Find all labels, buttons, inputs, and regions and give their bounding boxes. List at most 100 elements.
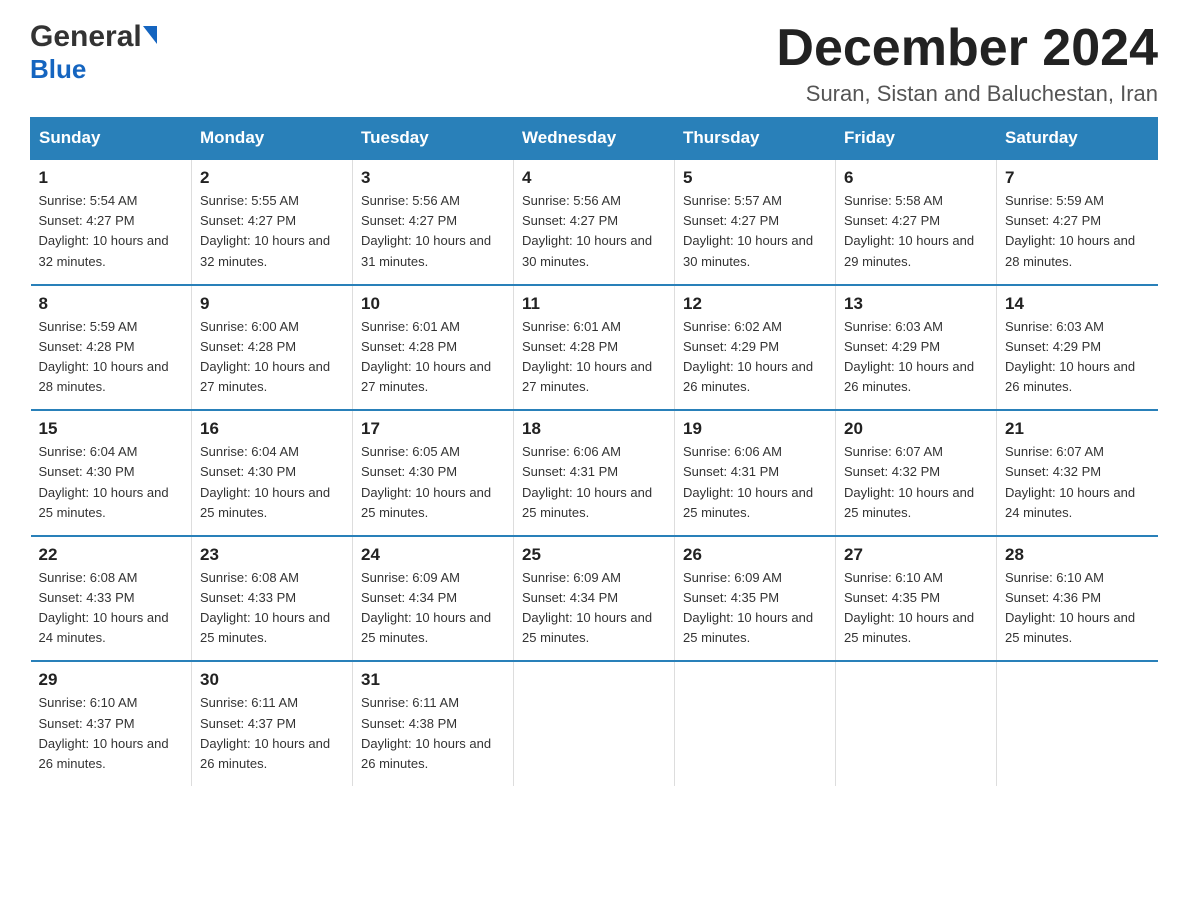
calendar-day-cell: 12 Sunrise: 6:02 AMSunset: 4:29 PMDaylig… bbox=[675, 285, 836, 411]
day-info: Sunrise: 6:03 AMSunset: 4:29 PMDaylight:… bbox=[844, 319, 974, 394]
month-title: December 2024 bbox=[776, 20, 1158, 77]
calendar-header-row: SundayMondayTuesdayWednesdayThursdayFrid… bbox=[31, 118, 1158, 160]
day-info: Sunrise: 6:09 AMSunset: 4:35 PMDaylight:… bbox=[683, 570, 813, 645]
day-info: Sunrise: 6:11 AMSunset: 4:38 PMDaylight:… bbox=[361, 695, 491, 770]
day-number: 3 bbox=[361, 168, 505, 188]
day-info: Sunrise: 6:10 AMSunset: 4:36 PMDaylight:… bbox=[1005, 570, 1135, 645]
empty-cell bbox=[836, 661, 997, 786]
calendar-day-cell: 19 Sunrise: 6:06 AMSunset: 4:31 PMDaylig… bbox=[675, 410, 836, 536]
day-number: 28 bbox=[1005, 545, 1150, 565]
day-info: Sunrise: 5:56 AMSunset: 4:27 PMDaylight:… bbox=[522, 193, 652, 268]
calendar-day-cell: 16 Sunrise: 6:04 AMSunset: 4:30 PMDaylig… bbox=[192, 410, 353, 536]
day-info: Sunrise: 5:57 AMSunset: 4:27 PMDaylight:… bbox=[683, 193, 813, 268]
day-number: 18 bbox=[522, 419, 666, 439]
calendar-day-cell: 28 Sunrise: 6:10 AMSunset: 4:36 PMDaylig… bbox=[997, 536, 1158, 662]
day-info: Sunrise: 6:04 AMSunset: 4:30 PMDaylight:… bbox=[200, 444, 330, 519]
day-number: 27 bbox=[844, 545, 988, 565]
day-number: 17 bbox=[361, 419, 505, 439]
page-header: General Blue December 2024 Suran, Sistan… bbox=[30, 20, 1158, 107]
calendar-day-cell: 20 Sunrise: 6:07 AMSunset: 4:32 PMDaylig… bbox=[836, 410, 997, 536]
day-number: 2 bbox=[200, 168, 344, 188]
day-number: 25 bbox=[522, 545, 666, 565]
day-number: 12 bbox=[683, 294, 827, 314]
day-info: Sunrise: 6:08 AMSunset: 4:33 PMDaylight:… bbox=[39, 570, 169, 645]
day-number: 16 bbox=[200, 419, 344, 439]
column-header-tuesday: Tuesday bbox=[353, 118, 514, 160]
day-number: 7 bbox=[1005, 168, 1150, 188]
calendar-week-row: 1 Sunrise: 5:54 AMSunset: 4:27 PMDayligh… bbox=[31, 159, 1158, 285]
calendar-day-cell: 14 Sunrise: 6:03 AMSunset: 4:29 PMDaylig… bbox=[997, 285, 1158, 411]
day-number: 14 bbox=[1005, 294, 1150, 314]
calendar-day-cell: 31 Sunrise: 6:11 AMSunset: 4:38 PMDaylig… bbox=[353, 661, 514, 786]
day-info: Sunrise: 5:59 AMSunset: 4:28 PMDaylight:… bbox=[39, 319, 169, 394]
day-number: 15 bbox=[39, 419, 184, 439]
day-info: Sunrise: 6:02 AMSunset: 4:29 PMDaylight:… bbox=[683, 319, 813, 394]
calendar-day-cell: 9 Sunrise: 6:00 AMSunset: 4:28 PMDayligh… bbox=[192, 285, 353, 411]
logo-arrow-icon bbox=[143, 26, 157, 44]
day-info: Sunrise: 5:59 AMSunset: 4:27 PMDaylight:… bbox=[1005, 193, 1135, 268]
day-number: 23 bbox=[200, 545, 344, 565]
day-number: 8 bbox=[39, 294, 184, 314]
day-info: Sunrise: 6:10 AMSunset: 4:35 PMDaylight:… bbox=[844, 570, 974, 645]
calendar-day-cell: 22 Sunrise: 6:08 AMSunset: 4:33 PMDaylig… bbox=[31, 536, 192, 662]
day-number: 5 bbox=[683, 168, 827, 188]
day-info: Sunrise: 6:03 AMSunset: 4:29 PMDaylight:… bbox=[1005, 319, 1135, 394]
calendar-day-cell: 3 Sunrise: 5:56 AMSunset: 4:27 PMDayligh… bbox=[353, 159, 514, 285]
calendar-day-cell: 1 Sunrise: 5:54 AMSunset: 4:27 PMDayligh… bbox=[31, 159, 192, 285]
calendar-day-cell: 15 Sunrise: 6:04 AMSunset: 4:30 PMDaylig… bbox=[31, 410, 192, 536]
calendar-day-cell: 25 Sunrise: 6:09 AMSunset: 4:34 PMDaylig… bbox=[514, 536, 675, 662]
calendar-table: SundayMondayTuesdayWednesdayThursdayFrid… bbox=[30, 117, 1158, 786]
day-number: 6 bbox=[844, 168, 988, 188]
day-number: 9 bbox=[200, 294, 344, 314]
day-number: 1 bbox=[39, 168, 184, 188]
column-header-sunday: Sunday bbox=[31, 118, 192, 160]
calendar-day-cell: 29 Sunrise: 6:10 AMSunset: 4:37 PMDaylig… bbox=[31, 661, 192, 786]
day-number: 26 bbox=[683, 545, 827, 565]
calendar-day-cell: 27 Sunrise: 6:10 AMSunset: 4:35 PMDaylig… bbox=[836, 536, 997, 662]
day-number: 24 bbox=[361, 545, 505, 565]
day-info: Sunrise: 6:09 AMSunset: 4:34 PMDaylight:… bbox=[522, 570, 652, 645]
calendar-day-cell: 21 Sunrise: 6:07 AMSunset: 4:32 PMDaylig… bbox=[997, 410, 1158, 536]
empty-cell bbox=[675, 661, 836, 786]
calendar-day-cell: 17 Sunrise: 6:05 AMSunset: 4:30 PMDaylig… bbox=[353, 410, 514, 536]
day-info: Sunrise: 6:06 AMSunset: 4:31 PMDaylight:… bbox=[683, 444, 813, 519]
day-info: Sunrise: 6:07 AMSunset: 4:32 PMDaylight:… bbox=[1005, 444, 1135, 519]
column-header-friday: Friday bbox=[836, 118, 997, 160]
calendar-week-row: 8 Sunrise: 5:59 AMSunset: 4:28 PMDayligh… bbox=[31, 285, 1158, 411]
day-info: Sunrise: 6:11 AMSunset: 4:37 PMDaylight:… bbox=[200, 695, 330, 770]
empty-cell bbox=[997, 661, 1158, 786]
calendar-day-cell: 13 Sunrise: 6:03 AMSunset: 4:29 PMDaylig… bbox=[836, 285, 997, 411]
day-number: 19 bbox=[683, 419, 827, 439]
day-info: Sunrise: 6:07 AMSunset: 4:32 PMDaylight:… bbox=[844, 444, 974, 519]
column-header-monday: Monday bbox=[192, 118, 353, 160]
calendar-day-cell: 11 Sunrise: 6:01 AMSunset: 4:28 PMDaylig… bbox=[514, 285, 675, 411]
day-number: 31 bbox=[361, 670, 505, 690]
logo-general-text: General bbox=[30, 20, 142, 54]
day-number: 20 bbox=[844, 419, 988, 439]
column-header-wednesday: Wednesday bbox=[514, 118, 675, 160]
day-info: Sunrise: 5:55 AMSunset: 4:27 PMDaylight:… bbox=[200, 193, 330, 268]
day-info: Sunrise: 6:04 AMSunset: 4:30 PMDaylight:… bbox=[39, 444, 169, 519]
calendar-day-cell: 10 Sunrise: 6:01 AMSunset: 4:28 PMDaylig… bbox=[353, 285, 514, 411]
calendar-day-cell: 2 Sunrise: 5:55 AMSunset: 4:27 PMDayligh… bbox=[192, 159, 353, 285]
column-header-thursday: Thursday bbox=[675, 118, 836, 160]
calendar-week-row: 15 Sunrise: 6:04 AMSunset: 4:30 PMDaylig… bbox=[31, 410, 1158, 536]
day-info: Sunrise: 5:56 AMSunset: 4:27 PMDaylight:… bbox=[361, 193, 491, 268]
day-info: Sunrise: 6:05 AMSunset: 4:30 PMDaylight:… bbox=[361, 444, 491, 519]
calendar-day-cell: 24 Sunrise: 6:09 AMSunset: 4:34 PMDaylig… bbox=[353, 536, 514, 662]
day-info: Sunrise: 6:08 AMSunset: 4:33 PMDaylight:… bbox=[200, 570, 330, 645]
title-block: December 2024 Suran, Sistan and Baluches… bbox=[776, 20, 1158, 107]
calendar-day-cell: 4 Sunrise: 5:56 AMSunset: 4:27 PMDayligh… bbox=[514, 159, 675, 285]
calendar-day-cell: 18 Sunrise: 6:06 AMSunset: 4:31 PMDaylig… bbox=[514, 410, 675, 536]
day-number: 30 bbox=[200, 670, 344, 690]
logo: General Blue bbox=[30, 20, 157, 85]
day-info: Sunrise: 6:06 AMSunset: 4:31 PMDaylight:… bbox=[522, 444, 652, 519]
day-info: Sunrise: 6:01 AMSunset: 4:28 PMDaylight:… bbox=[522, 319, 652, 394]
day-info: Sunrise: 6:01 AMSunset: 4:28 PMDaylight:… bbox=[361, 319, 491, 394]
day-number: 21 bbox=[1005, 419, 1150, 439]
logo-blue-text: Blue bbox=[30, 54, 86, 84]
day-info: Sunrise: 6:10 AMSunset: 4:37 PMDaylight:… bbox=[39, 695, 169, 770]
day-number: 13 bbox=[844, 294, 988, 314]
calendar-day-cell: 26 Sunrise: 6:09 AMSunset: 4:35 PMDaylig… bbox=[675, 536, 836, 662]
day-number: 4 bbox=[522, 168, 666, 188]
